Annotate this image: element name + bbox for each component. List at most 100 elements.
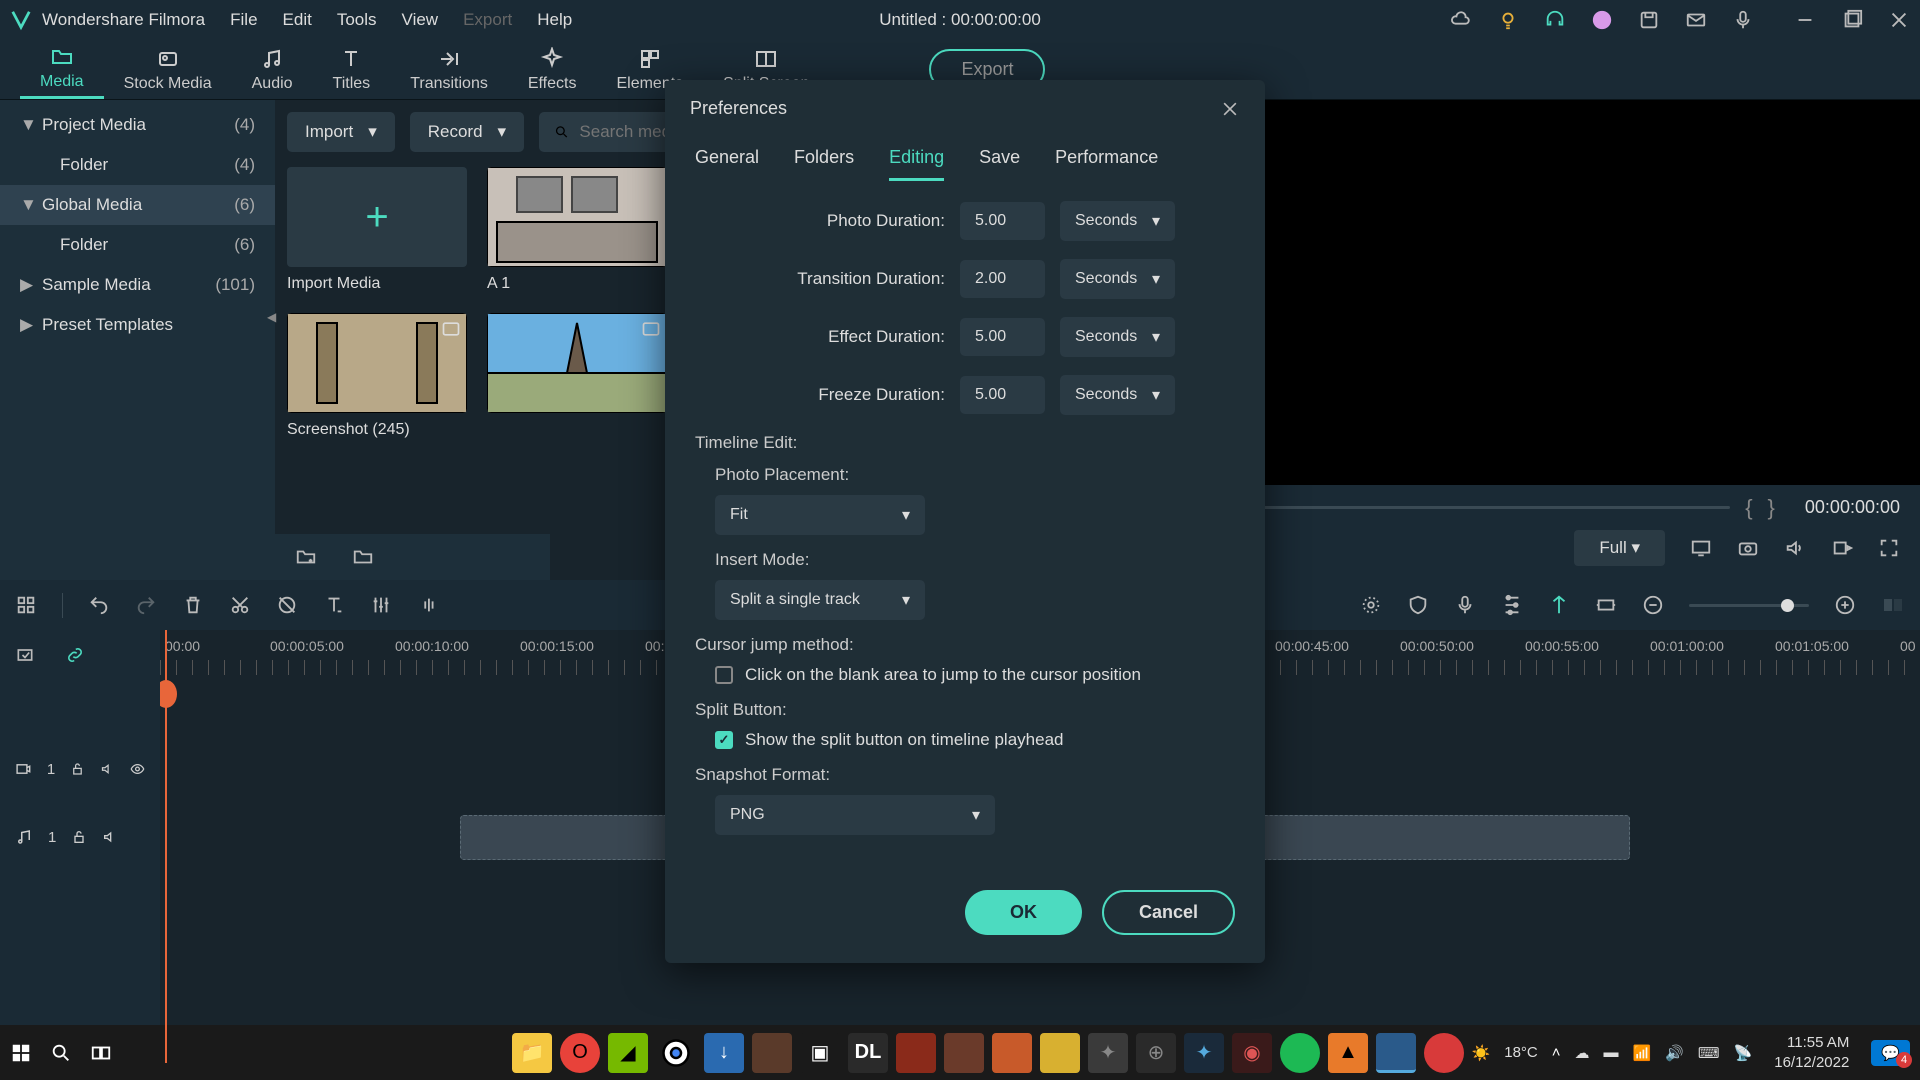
snapshot-icon[interactable] [1737,537,1759,559]
audio-track-header[interactable]: 1 [0,803,160,871]
taskbar-app[interactable] [752,1033,792,1073]
taskbar-app[interactable]: ▲ [1328,1033,1368,1073]
start-button[interactable] [10,1042,32,1064]
record-dropdown[interactable]: Record▾ [410,112,524,152]
taskbar-clock[interactable]: 11:55 AM 16/12/2022 [1774,1033,1849,1072]
quality-select[interactable]: Full ▾ [1574,530,1665,566]
photo-placement-select[interactable]: Fit▾ [715,495,925,535]
task-view-icon[interactable] [90,1042,112,1064]
taskbar-app[interactable]: ◉ [1232,1033,1272,1073]
maximize-button[interactable] [1841,9,1863,31]
video-track-header[interactable]: 1 [0,735,160,803]
photo-duration-input[interactable] [960,202,1045,240]
taskbar-app[interactable] [992,1033,1032,1073]
transition-duration-unit[interactable]: Seconds▾ [1060,259,1175,299]
lock-icon[interactable] [70,761,85,777]
sidebar-item-global-media[interactable]: ▼Global Media(6) [0,185,275,225]
fit-icon[interactable] [1595,594,1617,616]
taskbar-app[interactable] [1280,1033,1320,1073]
link-icon[interactable] [65,645,85,665]
eye-icon[interactable] [130,761,145,777]
split-button-checkbox[interactable]: ✓ [715,731,733,749]
tray-cloud-icon[interactable]: ☁ [1575,1044,1590,1062]
pref-tab-folders[interactable]: Folders [794,137,854,181]
grid-icon[interactable] [15,594,37,616]
timeline-settings-icon[interactable] [15,645,35,665]
marker-icon[interactable] [1548,594,1570,616]
tray-volume-icon[interactable]: 🔊 [1665,1044,1684,1062]
search-taskbar-icon[interactable] [50,1042,72,1064]
adjust-icon[interactable] [370,594,392,616]
taskbar-app[interactable]: DL [848,1033,888,1073]
cut-icon[interactable] [229,594,251,616]
import-media-tile[interactable]: + Import Media [287,167,467,293]
insert-mode-select[interactable]: Split a single track▾ [715,580,925,620]
sidebar-item-project-media[interactable]: ▼Project Media(4) [0,105,275,145]
ok-button[interactable]: OK [965,890,1082,935]
display-icon[interactable] [1690,537,1712,559]
taskbar-app[interactable] [656,1033,696,1073]
tray-location-icon[interactable]: 📡 [1734,1044,1753,1062]
close-button[interactable] [1888,9,1910,31]
sidebar-item-preset-templates[interactable]: ▶Preset Templates [0,305,275,345]
sidebar-item-folder-2[interactable]: Folder(6) [0,225,275,265]
zoom-in-icon[interactable] [1834,594,1856,616]
effect-duration-input[interactable] [960,318,1045,356]
tab-transitions[interactable]: Transitions [390,42,508,98]
media-tile[interactable] [487,313,667,439]
playhead[interactable] [165,630,167,1063]
avatar-icon[interactable] [1591,9,1613,31]
photo-duration-unit[interactable]: Seconds▾ [1060,201,1175,241]
pref-tab-performance[interactable]: Performance [1055,137,1158,181]
volume-icon[interactable] [1784,537,1806,559]
delete-icon[interactable] [182,594,204,616]
taskbar-app[interactable]: ⊕ [1136,1033,1176,1073]
bulb-icon[interactable] [1497,9,1519,31]
taskbar-app[interactable]: O [560,1033,600,1073]
menu-export[interactable]: Export [463,10,512,30]
tray-lang-icon[interactable]: ⌨ [1698,1044,1720,1062]
headset-icon[interactable] [1544,9,1566,31]
folder-icon[interactable] [352,546,374,568]
taskbar-app[interactable] [1040,1033,1080,1073]
taskbar-app[interactable]: 📁 [512,1033,552,1073]
new-folder-icon[interactable] [295,546,317,568]
cursor-jump-checkbox[interactable] [715,666,733,684]
render-icon[interactable] [1360,594,1382,616]
weather-icon[interactable]: ☀️ [1472,1044,1491,1062]
menu-edit[interactable]: Edit [283,10,312,30]
tab-audio[interactable]: Audio [232,42,313,98]
taskbar-app[interactable] [1376,1033,1416,1073]
mic-icon[interactable] [1732,9,1754,31]
media-tile[interactable]: A 1 [487,167,667,293]
lock-icon[interactable] [71,829,87,845]
snapshot-format-select[interactable]: PNG▾ [715,795,995,835]
audio-adjust-icon[interactable] [417,594,439,616]
tray-chevron-icon[interactable]: ˄ [1552,1044,1561,1061]
tab-stock-media[interactable]: Stock Media [104,42,232,98]
tab-titles[interactable]: Titles [313,42,391,98]
menu-file[interactable]: File [230,10,257,30]
taskbar-app[interactable]: ✦ [1184,1033,1224,1073]
transition-duration-input[interactable] [960,260,1045,298]
mixer-icon[interactable] [1501,594,1523,616]
zoom-out-icon[interactable] [1642,594,1664,616]
export-frame-icon[interactable] [1831,537,1853,559]
redo-icon[interactable] [135,594,157,616]
cloud-icon[interactable] [1450,9,1472,31]
taskbar-app[interactable]: ↓ [704,1033,744,1073]
taskbar-app[interactable]: ◢ [608,1033,648,1073]
weather-temp[interactable]: 18°C [1504,1044,1538,1061]
mail-icon[interactable] [1685,9,1707,31]
media-tile[interactable]: Screenshot (245) [287,313,467,439]
undo-icon[interactable] [88,594,110,616]
cancel-button[interactable]: Cancel [1102,890,1235,935]
dialog-close-button[interactable] [1220,99,1240,119]
taskbar-app[interactable]: ▣ [800,1033,840,1073]
pref-tab-editing[interactable]: Editing [889,137,944,181]
minimize-button[interactable] [1794,9,1816,31]
sidebar-item-folder-1[interactable]: Folder(4) [0,145,275,185]
tab-effects[interactable]: Effects [508,42,597,98]
tray-wifi-icon[interactable]: 📶 [1633,1044,1652,1062]
timeline-view-icon[interactable] [1881,593,1905,617]
